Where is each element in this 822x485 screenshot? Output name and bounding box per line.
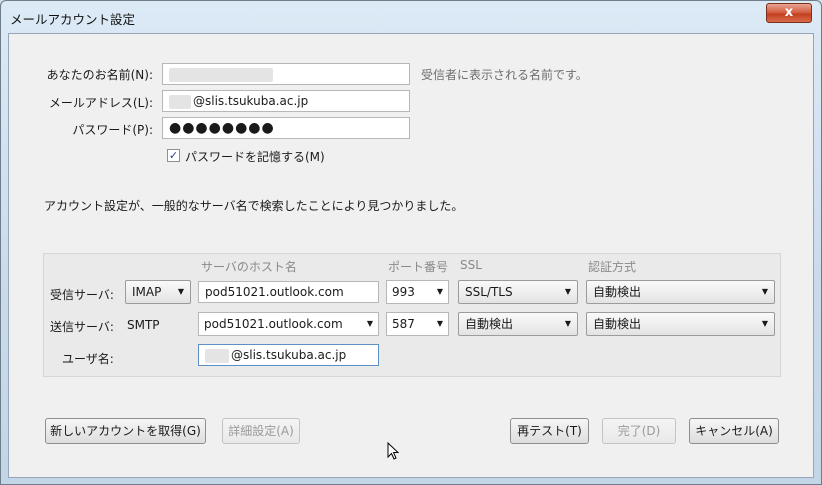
header-ssl: SSL xyxy=(460,258,482,272)
outgoing-port-combo[interactable]: 587 ▼ xyxy=(386,312,449,336)
header-auth: 認証方式 xyxy=(588,260,637,274)
chevron-down-icon: ▼ xyxy=(436,287,443,296)
done-button[interactable]: 完了(D) xyxy=(602,418,676,444)
email-input[interactable]: @slis.tsukuba.ac.jp xyxy=(162,90,410,112)
incoming-port-combo[interactable]: 993 ▼ xyxy=(386,280,449,304)
get-new-account-button[interactable]: 新しいアカウントを取得(G) xyxy=(45,418,206,444)
name-input[interactable] xyxy=(162,63,410,85)
chevron-down-icon: ▼ xyxy=(436,319,443,328)
chevron-down-icon: ▼ xyxy=(177,287,184,296)
incoming-auth-select[interactable]: 自動検出 ▼ xyxy=(586,280,775,304)
username-input[interactable]: @slis.tsukuba.ac.jp xyxy=(198,344,379,366)
header-hostname: サーバのホスト名 xyxy=(201,260,297,274)
email-label: メールアドレス(L): xyxy=(48,96,153,110)
mouse-cursor-icon xyxy=(387,442,399,460)
chevron-down-icon: ▼ xyxy=(564,319,571,328)
window-title: メールアカウント設定 xyxy=(10,12,136,27)
outgoing-server-label: 送信サーバ: xyxy=(50,320,114,334)
chevron-down-icon: ▼ xyxy=(761,319,768,328)
advanced-settings-button[interactable]: 詳細設定(A) xyxy=(222,418,300,444)
username-label: ユーザ名: xyxy=(62,352,114,366)
outgoing-hostname-combo[interactable]: pod51021.outlook.com ▼ xyxy=(198,312,379,336)
close-button[interactable]: x xyxy=(766,3,812,23)
name-label: あなたのお名前(N): xyxy=(46,68,153,82)
incoming-hostname-input[interactable]: pod51021.outlook.com xyxy=(198,281,379,303)
outgoing-ssl-select[interactable]: 自動検出 ▼ xyxy=(458,312,578,336)
incoming-ssl-select[interactable]: SSL/TLS ▼ xyxy=(458,280,578,304)
chevron-down-icon: ▼ xyxy=(564,287,571,296)
name-hint: 受信者に表示される名前です。 xyxy=(421,68,588,82)
header-port: ポート番号 xyxy=(388,260,449,274)
redacted-username xyxy=(205,348,229,363)
redacted-user xyxy=(169,94,191,109)
remember-password-label[interactable]: パスワードを記憶する(M) xyxy=(185,148,325,165)
remember-password-checkbox[interactable]: ✓ xyxy=(167,149,180,162)
password-input[interactable]: ●●●●●●●● xyxy=(162,117,410,139)
chevron-down-icon: ▼ xyxy=(366,319,373,328)
close-icon: x xyxy=(784,5,794,20)
status-message: アカウント設定が、一般的なサーバ名で検索したことにより見つかりました。 xyxy=(44,199,464,213)
cancel-button[interactable]: キャンセル(A) xyxy=(689,418,779,444)
redacted-name xyxy=(169,67,273,82)
retest-button[interactable]: 再テスト(T) xyxy=(510,418,589,444)
incoming-server-label: 受信サーバ: xyxy=(50,288,114,302)
outgoing-auth-select[interactable]: 自動検出 ▼ xyxy=(586,312,775,336)
incoming-protocol-select[interactable]: IMAP ▼ xyxy=(125,280,191,304)
outgoing-protocol-label: SMTP xyxy=(127,318,160,332)
password-label: パスワード(P): xyxy=(72,123,153,137)
chevron-down-icon: ▼ xyxy=(761,287,768,296)
